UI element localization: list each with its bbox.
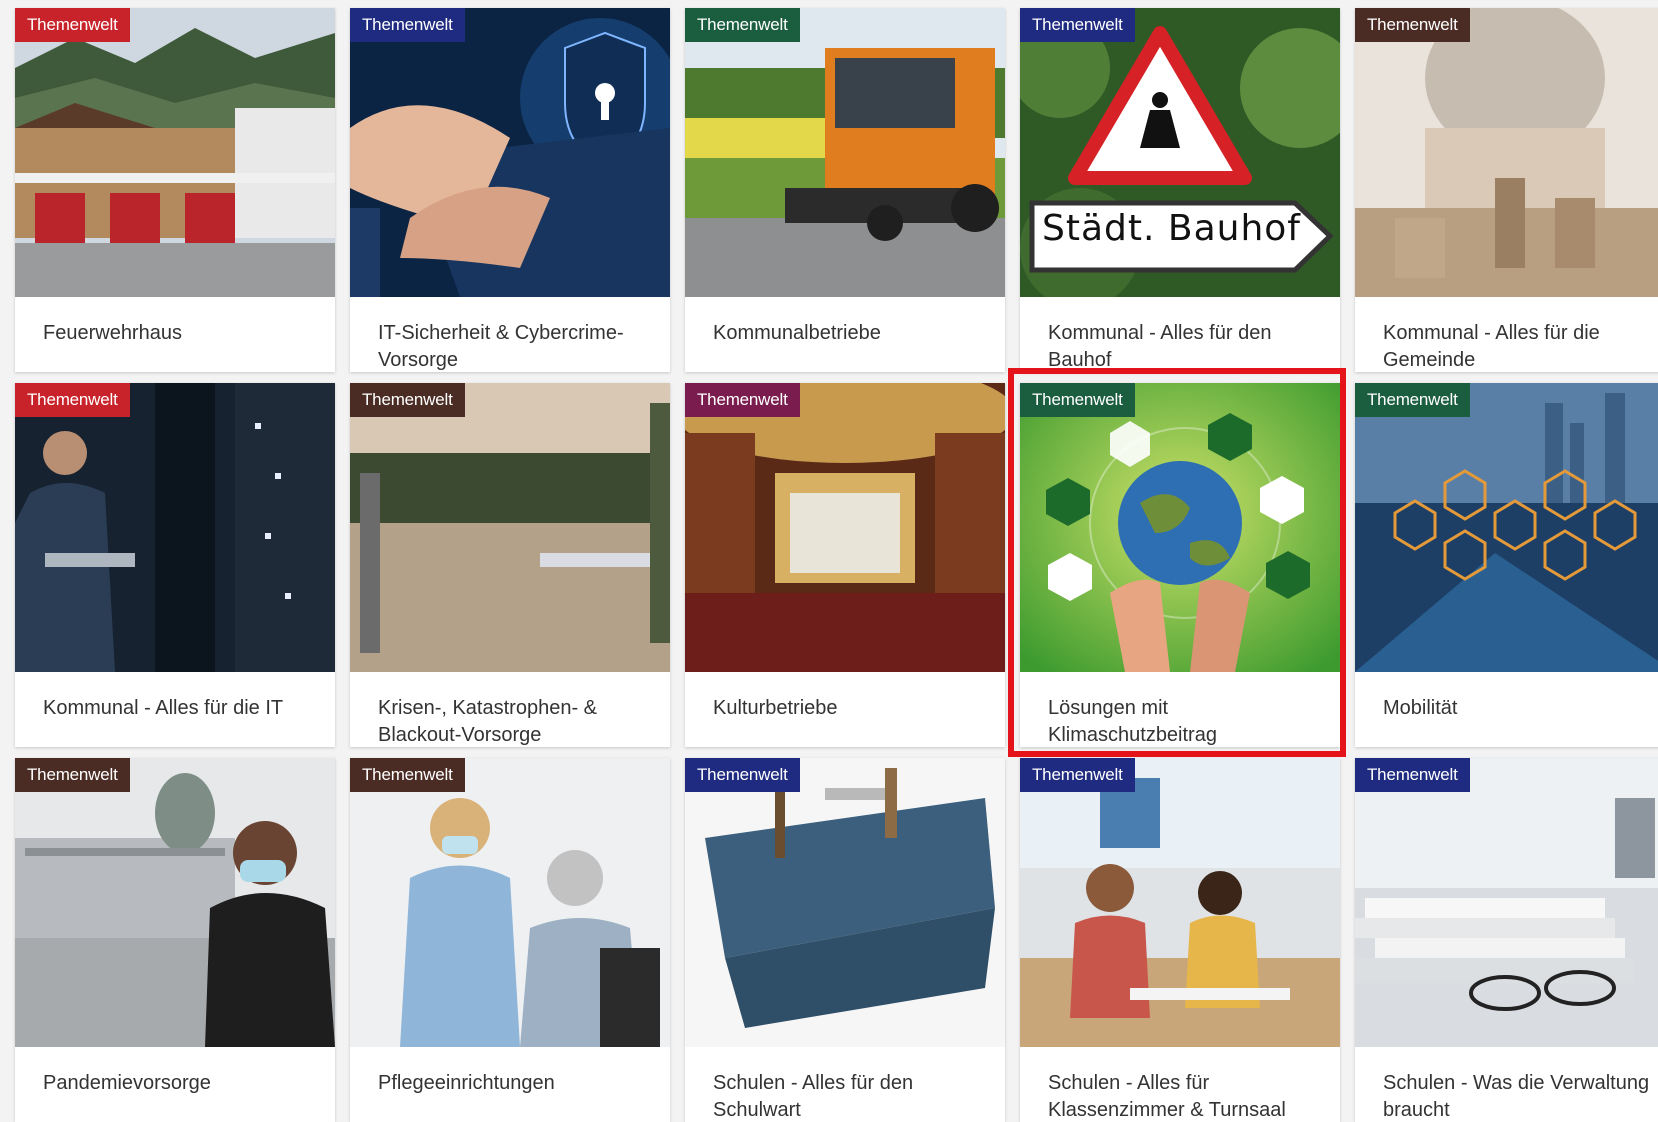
card-title: Kommunalbetriebe [713, 322, 881, 344]
card-image-city-overlay: Themenwelt [1355, 8, 1658, 297]
card-title: Kulturbetriebe [713, 697, 838, 719]
card-title: Krisen-, Katastrophen- & Blackout-Vorsor… [378, 697, 597, 746]
card-image-server-room: Themenwelt [15, 383, 335, 672]
themenwelt-badge: Themenwelt [15, 8, 130, 42]
themenwelt-badge: Themenwelt [1020, 8, 1135, 42]
card-pandemievorsorge[interactable]: Themenwelt Pandemievorsorge [15, 758, 335, 1122]
themenwelt-badge: Themenwelt [15, 383, 130, 417]
card-title: IT-Sicherheit & Cybercrime-Vorsorge [378, 322, 624, 371]
themenwelt-badge: Themenwelt [1020, 758, 1135, 792]
card-title: Schulen - Alles für den Schulwart [713, 1072, 914, 1121]
card-feuerwehrhaus[interactable]: Themenwelt Feuerwehrhaus [15, 8, 335, 372]
card-image-bauhof-sign: Städt. Bauhof Themenwelt [1020, 8, 1340, 297]
card-image-earth-in-hands: Themenwelt [1020, 383, 1340, 672]
themenwelt-badge: Themenwelt [350, 383, 465, 417]
card-title: Lösungen mit Klimaschutzbeitrag [1048, 697, 1217, 746]
card-image-toolbox: Themenwelt [685, 758, 1005, 1047]
card-title: Pflegeeinrichtungen [378, 1072, 555, 1094]
card-verwaltung[interactable]: Themenwelt Schulen - Was die Verwaltung … [1355, 758, 1658, 1122]
card-image-mobility-network: Themenwelt [1355, 383, 1658, 672]
card-title: Kommunal - Alles für die IT [43, 697, 284, 719]
card-title: Schulen - Was die Verwaltung braucht [1383, 1072, 1650, 1121]
card-title: Schulen - Alles für Klassenzimmer & Turn… [1048, 1072, 1286, 1121]
card-title: Feuerwehrhaus [43, 322, 182, 344]
card-klassenzimmer[interactable]: Themenwelt Schulen - Alles für Klassenzi… [1020, 758, 1340, 1122]
themenwelt-badge: Themenwelt [1355, 758, 1470, 792]
card-image-street-sweeper: Themenwelt [685, 8, 1005, 297]
card-title: Mobilität [1383, 697, 1458, 719]
card-image-flood: Themenwelt [350, 383, 670, 672]
card-bauhof[interactable]: Städt. Bauhof Themenwelt Kommunal - Alle… [1020, 8, 1340, 372]
themenwelt-grid: Themenwelt Feuerwehrhaus Themenwelt IT-S… [15, 8, 1658, 1122]
card-title: Pandemievorsorge [43, 1072, 211, 1094]
card-title: Kommunal - Alles für den Bauhof [1048, 322, 1272, 371]
card-title: Kommunal - Alles für die Gemeinde [1383, 322, 1600, 371]
card-krisen-vorsorge[interactable]: Themenwelt Krisen-, Katastrophen- & Blac… [350, 383, 670, 747]
card-image-cyber-security: Themenwelt [350, 8, 670, 297]
card-image-masked-woman: Themenwelt [15, 758, 335, 1047]
card-image-papers-glasses: Themenwelt [1355, 758, 1658, 1047]
themenwelt-badge: Themenwelt [1020, 383, 1135, 417]
card-schulwart[interactable]: Themenwelt Schulen - Alles für den Schul… [685, 758, 1005, 1122]
themenwelt-badge: Themenwelt [685, 383, 800, 417]
themenwelt-badge: Themenwelt [1355, 383, 1470, 417]
themenwelt-badge: Themenwelt [15, 758, 130, 792]
themenwelt-badge: Themenwelt [350, 758, 465, 792]
card-it-sicherheit[interactable]: Themenwelt IT-Sicherheit & Cybercrime-Vo… [350, 8, 670, 372]
card-image-fire-station: Themenwelt [15, 8, 335, 297]
card-kommunalbetriebe[interactable]: Themenwelt Kommunalbetriebe [685, 8, 1005, 372]
themenwelt-badge: Themenwelt [350, 8, 465, 42]
card-image-nurse-patient: Themenwelt [350, 758, 670, 1047]
card-kommunal-it[interactable]: Themenwelt Kommunal - Alles für die IT [15, 383, 335, 747]
card-kulturbetriebe[interactable]: Themenwelt Kulturbetriebe [685, 383, 1005, 747]
card-gemeinde[interactable]: Themenwelt Kommunal - Alles für die Geme… [1355, 8, 1658, 372]
themenwelt-badge: Themenwelt [685, 8, 800, 42]
themenwelt-badge: Themenwelt [685, 758, 800, 792]
themenwelt-badge: Themenwelt [1355, 8, 1470, 42]
card-klimaschutz[interactable]: Themenwelt Lösungen mit Klimaschutzbeitr… [1020, 383, 1340, 747]
card-image-classroom: Themenwelt [1020, 758, 1340, 1047]
card-pflegeeinrichtungen[interactable]: Themenwelt Pflegeeinrichtungen [350, 758, 670, 1122]
bauhof-sign-text: Städt. Bauhof [1042, 208, 1301, 249]
card-mobilitaet[interactable]: Themenwelt Mobilität [1355, 383, 1658, 747]
card-image-theater: Themenwelt [685, 383, 1005, 672]
